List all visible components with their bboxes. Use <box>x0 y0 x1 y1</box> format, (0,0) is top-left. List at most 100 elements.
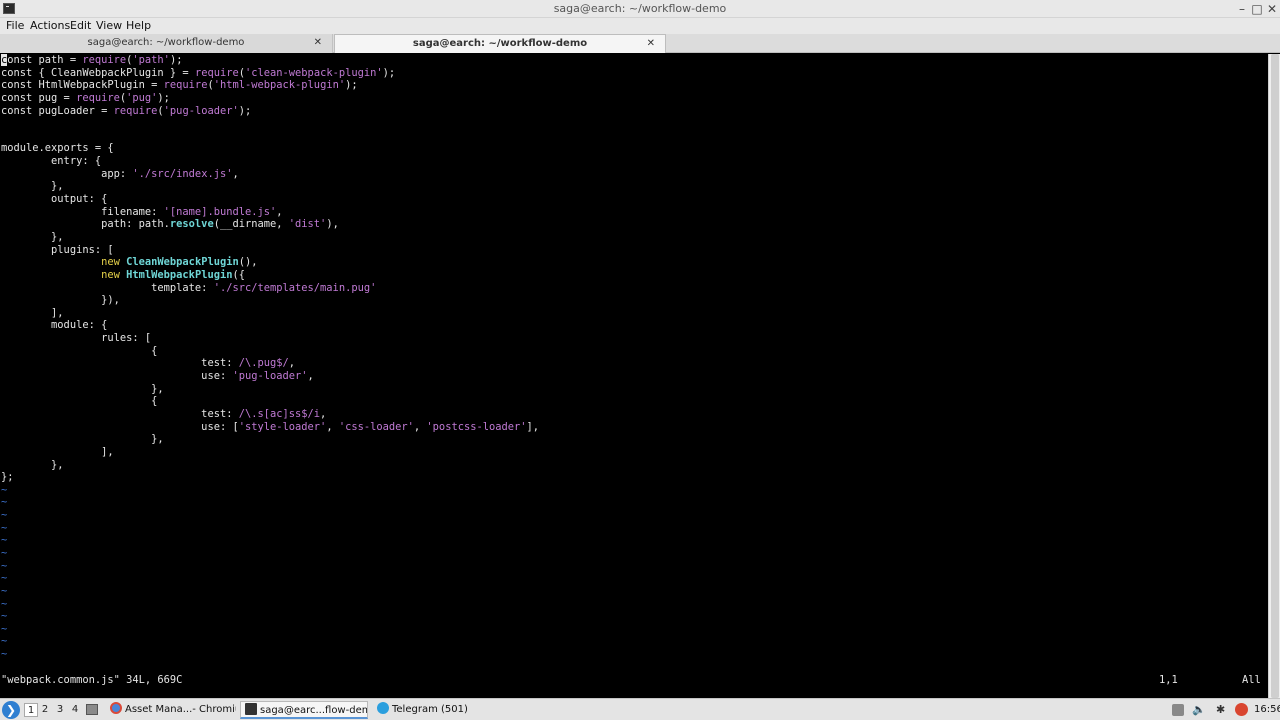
bluetooth-icon[interactable]: ✱ <box>1216 703 1225 717</box>
volume-icon[interactable]: 🔈 <box>1192 703 1206 717</box>
code-line[interactable]: }, <box>1 433 539 446</box>
code-token: plugins: [ <box>1 243 114 256</box>
code-token: ); <box>382 66 396 79</box>
code-line[interactable]: path: path.resolve(__dirname, 'dist'), <box>1 218 539 231</box>
empty-line-marker: ~ <box>1 610 8 623</box>
code-line[interactable]: output: { <box>1 193 539 206</box>
code-line[interactable]: filename: '[name].bundle.js', <box>1 206 539 219</box>
code-line[interactable]: use: 'pug-loader', <box>1 370 539 383</box>
code-line[interactable]: }, <box>1 459 539 472</box>
code-line[interactable]: const { CleanWebpackPlugin } = require('… <box>1 67 539 80</box>
code-token: path: path. <box>1 218 170 231</box>
update-icon[interactable] <box>1235 703 1248 716</box>
code-token: }, <box>1 180 64 193</box>
code-line[interactable]: { <box>1 395 539 408</box>
code-token: , <box>326 420 339 433</box>
workspace-2[interactable]: 2 <box>38 703 52 717</box>
start-menu-icon[interactable]: ❯ <box>2 701 20 719</box>
code-line[interactable]: }, <box>1 231 539 244</box>
scrollbar-thumb[interactable] <box>1271 54 1279 698</box>
code-line[interactable]: module.exports = { <box>1 142 539 155</box>
code-token: 'pug' <box>126 91 158 104</box>
empty-line-marker: ~ <box>1 584 8 597</box>
code-token: , <box>276 205 283 218</box>
menu-help[interactable]: Help <box>126 18 151 34</box>
menu-file[interactable]: File <box>6 18 24 34</box>
tab-close-icon[interactable]: ✕ <box>314 34 322 52</box>
code-line[interactable]: { <box>1 345 539 358</box>
code-line[interactable]: new HtmlWebpackPlugin({ <box>1 269 539 282</box>
menu-edit[interactable]: Edit <box>70 18 91 34</box>
code-token: '[name].bundle.js' <box>163 205 277 218</box>
lock-icon[interactable] <box>1172 704 1184 716</box>
code-token: const HtmlWebpackPlugin = <box>1 79 164 92</box>
code-line[interactable]: use: ['style-loader', 'css-loader', 'pos… <box>1 421 539 434</box>
code-token: new <box>101 256 127 269</box>
code-line[interactable]: app: './src/index.js', <box>1 168 539 181</box>
close-button[interactable]: ✕ <box>1264 1 1280 17</box>
code-line[interactable]: rules: [ <box>1 332 539 345</box>
taskbar-window-terminal[interactable]: saga@earc...flow-demo <box>240 701 368 719</box>
empty-line-marker: ~ <box>1 509 8 522</box>
code-line[interactable]: template: './src/templates/main.pug' <box>1 282 539 295</box>
code-line[interactable]: new CleanWebpackPlugin(), <box>1 256 539 269</box>
code-line[interactable]: }, <box>1 180 539 193</box>
code-token: /\.s[ac]ss$/i <box>238 407 321 420</box>
code-line[interactable] <box>1 130 539 143</box>
code-token: 'clean-webpack-plugin' <box>245 66 383 79</box>
code-line[interactable]: const HtmlWebpackPlugin = require('html-… <box>1 79 539 92</box>
empty-line-marker: ~ <box>1 534 8 547</box>
code-line[interactable]: }), <box>1 294 539 307</box>
taskbar-window-label: Asset Mana...- Chromium <box>125 704 236 715</box>
code-line[interactable]: module: { <box>1 319 539 332</box>
code-token: output: { <box>1 193 108 206</box>
workspace-3[interactable]: 3 <box>53 703 67 717</box>
empty-line-marker: ~ <box>1 546 8 559</box>
code-line[interactable]: ], <box>1 446 539 459</box>
code-line[interactable]: const pugLoader = require('pug-loader'); <box>1 105 539 118</box>
code-token: 'html-webpack-plugin' <box>213 79 346 92</box>
code-line[interactable]: plugins: [ <box>1 244 539 257</box>
code-token: ], <box>1 445 114 458</box>
tab-terminal-2[interactable]: saga@earch: ~/workflow-demo ✕ <box>334 34 666 53</box>
code-line[interactable]: ], <box>1 307 539 320</box>
workspace-4[interactable]: 4 <box>68 703 82 717</box>
empty-line-marker: ~ <box>1 521 8 534</box>
minimize-button[interactable]: – <box>1234 1 1250 17</box>
code-token: module: { <box>1 319 108 332</box>
code-line[interactable]: }; <box>1 471 539 484</box>
terminal-scrollbar[interactable] <box>1268 54 1280 698</box>
code-line[interactable]: test: /\.s[ac]ss$/i, <box>1 408 539 421</box>
code-token: 'style-loader' <box>238 420 327 433</box>
code-token: 'css-loader' <box>338 420 414 433</box>
menu-view[interactable]: View <box>96 18 122 34</box>
code-token: require <box>113 104 158 117</box>
code-token: CleanWebpackPlugin <box>126 256 239 269</box>
taskbar-window-telegram[interactable]: Telegram (501) <box>373 701 503 719</box>
taskbar-window-label: Telegram (501) <box>392 704 468 715</box>
code-token: use: [ <box>1 420 239 433</box>
empty-line-marker: ~ <box>1 483 8 496</box>
code-line[interactable]: const path = require('path'); <box>1 54 539 67</box>
taskbar-window-chromium[interactable]: Asset Mana...- Chromium <box>106 701 236 719</box>
tab-close-icon[interactable]: ✕ <box>647 35 655 53</box>
editor-buffer[interactable]: const path = require('path'); const { Cle… <box>1 54 539 661</box>
code-token: ); <box>169 54 183 66</box>
workspace-1[interactable]: 1 <box>24 703 38 717</box>
tab-terminal-1[interactable]: saga@earch: ~/workflow-demo ✕ <box>0 34 333 53</box>
code-line[interactable]: test: /\.pug$/, <box>1 357 539 370</box>
code-token: new <box>101 268 127 281</box>
terminal-view[interactable]: const path = require('path'); const { Cle… <box>0 54 1268 698</box>
code-line[interactable]: entry: { <box>1 155 539 168</box>
maximize-button[interactable]: □ <box>1249 1 1265 17</box>
empty-line-marker: ~ <box>1 635 8 648</box>
code-line[interactable]: const pug = require('pug'); <box>1 92 539 105</box>
code-line[interactable]: }, <box>1 383 539 396</box>
code-token: const pug = <box>1 91 77 104</box>
menu-actions[interactable]: Actions <box>30 18 70 34</box>
code-token: rules: [ <box>1 332 152 345</box>
code-line[interactable] <box>1 117 539 130</box>
code-token: './src/templates/main.pug' <box>213 281 377 294</box>
code-token: test: <box>1 357 239 370</box>
file-manager-icon[interactable] <box>86 701 100 719</box>
